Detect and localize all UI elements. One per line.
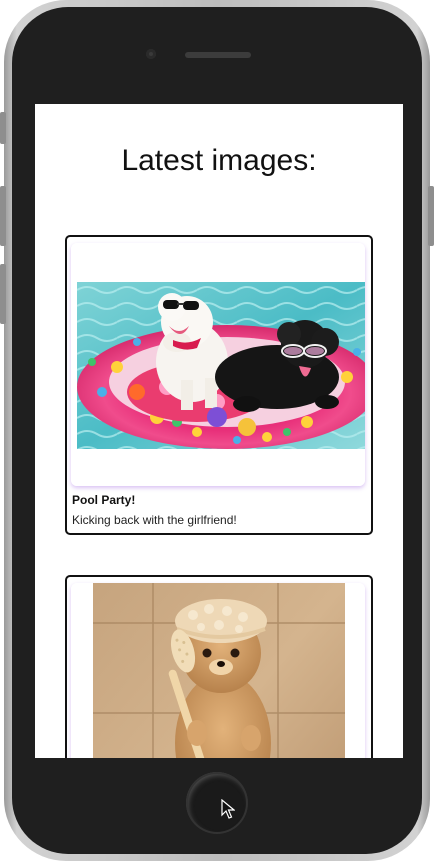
earpiece-speaker [185, 52, 251, 58]
poodles-in-pool-float-photo [71, 243, 365, 486]
volume-up-button [0, 186, 6, 246]
image-frame [71, 243, 365, 486]
post-title: Pool Party! [72, 493, 136, 507]
image-card[interactable]: Pool Party! Kicking back with the girlfr… [65, 235, 373, 535]
image-frame [71, 583, 365, 758]
image-card[interactable] [65, 575, 373, 758]
power-button [428, 186, 434, 246]
mute-switch [0, 112, 6, 144]
front-camera [146, 49, 156, 59]
pomeranian-shower-cap-photo [71, 583, 365, 758]
page-title: Latest images: [121, 144, 317, 177]
app-screen: Latest images: Pool Party! Kicking back … [35, 104, 403, 758]
arrow-cursor-icon [221, 798, 236, 824]
volume-down-button [0, 264, 6, 324]
home-button[interactable] [186, 772, 248, 834]
post-caption: Kicking back with the girlfriend! [72, 513, 237, 527]
